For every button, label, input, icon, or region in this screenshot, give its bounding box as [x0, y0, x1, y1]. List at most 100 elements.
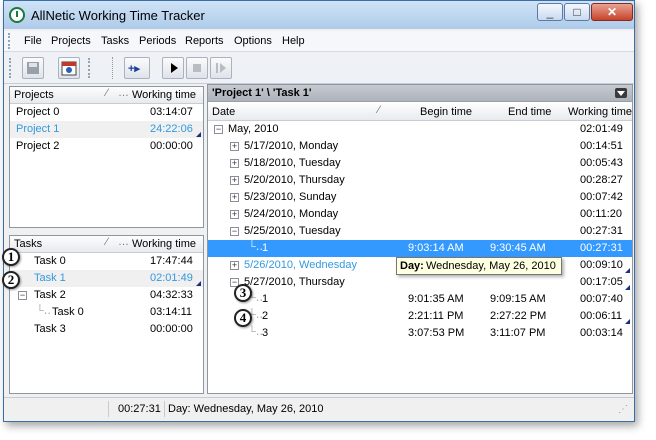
log-end-time: 2:27:22 PM	[490, 310, 547, 322]
collapse-icon[interactable]: −	[18, 291, 27, 300]
project-row[interactable]: Project 2 00:00:00	[10, 138, 203, 155]
task-row[interactable]: Task 3 00:00:00	[10, 321, 203, 338]
collapse-icon[interactable]: −	[230, 227, 239, 236]
task-row[interactable]: − Task 2 04:32:33	[10, 287, 203, 304]
status-divider	[108, 401, 109, 417]
column-menu-icon[interactable]: …	[118, 87, 129, 99]
log-working-time: 00:07:40	[580, 293, 623, 305]
projects-list[interactable]: Projects ⁄ … Working time Project 0 03:1…	[9, 86, 204, 228]
start-button[interactable]	[162, 57, 184, 79]
log-date: 5/20/2010, Thursday	[244, 174, 345, 186]
save-button[interactable]	[22, 57, 44, 79]
time-log-row[interactable]: └‥ 3 3:07:53 PM 3:11:07 PM 00:03:14	[208, 325, 632, 342]
working-time-column-header[interactable]: Working time	[132, 238, 196, 250]
expand-icon[interactable]: +	[230, 261, 239, 270]
menu-file[interactable]: File	[24, 35, 42, 47]
date-column-header[interactable]: Date	[212, 106, 235, 118]
log-end-time: 9:30:45 AM	[490, 242, 546, 254]
close-button[interactable]: ✕	[591, 3, 633, 21]
project-time: 03:14:07	[150, 106, 193, 118]
collapse-icon[interactable]: −	[214, 125, 223, 134]
time-log-row[interactable]: −5/25/2010, Tuesday 00:27:31	[208, 223, 632, 240]
time-log-row[interactable]: − May, 2010 02:01:49	[208, 121, 632, 138]
log-date: 5/17/2010, Monday	[244, 140, 339, 152]
project-row[interactable]: Project 0 03:14:07	[10, 104, 203, 121]
svg-text:+▸: +▸	[128, 63, 140, 75]
note-marker-icon	[625, 319, 630, 324]
log-date: 5/24/2010, Monday	[244, 208, 339, 220]
project-name: Project 1	[16, 123, 60, 135]
project-name: Project 0	[16, 106, 60, 118]
time-log-row[interactable]: +5/23/2010, Sunday 00:07:42	[208, 189, 632, 206]
project-row-selected[interactable]: Project 1 24:22:06	[10, 121, 203, 138]
resize-grip-icon[interactable]: ⋰	[618, 404, 628, 415]
end-time-column-header[interactable]: End time	[508, 106, 551, 118]
callout-1: 1	[2, 248, 20, 266]
tooltip-value: Wednesday, May 26, 2010	[426, 260, 556, 272]
task-time: 04:32:33	[150, 289, 193, 301]
time-log-row[interactable]: └‥ 1 9:01:35 AM 9:09:15 AM 00:07:40	[208, 291, 632, 308]
active-marker-icon	[196, 281, 201, 286]
time-log-row[interactable]: └‥ 2 2:21:11 PM 2:27:22 PM 00:06:11	[208, 308, 632, 325]
calendar-icon	[61, 61, 77, 76]
column-menu-icon[interactable]: …	[118, 236, 129, 248]
task-time: 03:14:11	[150, 306, 193, 318]
log-begin-time: 9:01:35 AM	[408, 293, 464, 305]
clock-icon	[9, 7, 25, 23]
time-log-header: Date ⁄ Begin time End time Working time	[208, 104, 632, 121]
maximize-button[interactable]: □	[564, 3, 590, 21]
time-log-row[interactable]: +5/20/2010, Thursday 00:28:27	[208, 172, 632, 189]
projects-column-header[interactable]: Projects	[14, 89, 54, 101]
menu-projects[interactable]: Projects	[51, 35, 91, 47]
toolbar-separator	[112, 57, 116, 79]
begin-time-column-header[interactable]: Begin time	[420, 106, 472, 118]
task-row-selected[interactable]: Task 1 02:01:49	[10, 270, 203, 287]
stop-button[interactable]	[186, 57, 208, 79]
time-log-row-selected[interactable]: └‥ 1 9:03:14 AM 9:30:45 AM 00:27:31	[208, 240, 632, 257]
calendar-button[interactable]	[58, 57, 80, 79]
toolbar: +▸	[4, 53, 634, 84]
toolbar-grip	[9, 58, 14, 78]
tasks-column-header[interactable]: Tasks	[14, 238, 42, 250]
working-time-column-header[interactable]: Working time	[568, 106, 632, 118]
time-log-tree[interactable]: − May, 2010 02:01:49 +5/17/2010, Monday 00:1…	[208, 121, 632, 391]
menu-help[interactable]: Help	[282, 35, 305, 47]
tree-line: └‥	[248, 241, 264, 253]
add-record-button[interactable]: +▸	[124, 57, 150, 79]
expand-icon[interactable]: +	[230, 176, 239, 185]
status-bar: 00:27:31 Day: Wednesday, May 26, 2010 ⋰	[4, 397, 634, 420]
task-time: 17:47:44	[150, 255, 193, 267]
task-row[interactable]: Task 0 17:47:44	[10, 253, 203, 270]
menu-options[interactable]: Options	[234, 35, 272, 47]
log-end-time: 9:09:15 AM	[490, 293, 546, 305]
minimize-button[interactable]: _	[537, 3, 563, 21]
task-time: 00:00:00	[150, 323, 193, 335]
log-working-time: 00:07:42	[580, 191, 623, 203]
log-working-time: 00:28:27	[580, 174, 623, 186]
log-date: 5/26/2010, Wednesday	[244, 259, 357, 271]
log-working-time: 02:01:49	[580, 123, 623, 135]
time-log-row[interactable]: +5/17/2010, Monday 00:14:51	[208, 138, 632, 155]
note-marker-icon	[625, 268, 630, 273]
callout-3: 3	[234, 284, 252, 302]
menu-periods[interactable]: Periods	[139, 35, 176, 47]
menu-reports[interactable]: Reports	[185, 35, 224, 47]
task-row[interactable]: └‥ Task 0 03:14:11	[10, 304, 203, 321]
time-log-row[interactable]: +5/18/2010, Tuesday 00:05:43	[208, 155, 632, 172]
log-date: 5/27/2010, Thursday	[244, 276, 345, 288]
time-log-panel: 'Project 1' \ 'Task 1' Date ⁄ Begin time…	[207, 84, 633, 394]
expand-icon[interactable]: +	[230, 210, 239, 219]
time-log-row[interactable]: −5/27/2010, Thursday 00:17:05	[208, 274, 632, 291]
expand-icon[interactable]: +	[230, 159, 239, 168]
menu-tasks[interactable]: Tasks	[101, 35, 129, 47]
log-date: May, 2010	[228, 123, 279, 135]
expand-icon[interactable]: +	[230, 142, 239, 151]
time-log-row[interactable]: +5/24/2010, Monday 00:11:20	[208, 206, 632, 223]
tasks-tree[interactable]: Tasks ⁄ … Working time Task 0 17:47:44 T…	[9, 235, 204, 394]
expand-icon[interactable]: +	[230, 193, 239, 202]
working-time-column-header[interactable]: Working time	[132, 89, 196, 101]
log-working-time: 00:11:20	[580, 208, 623, 220]
dropdown-arrow-icon[interactable]	[615, 88, 627, 98]
log-working-time: 00:14:51	[580, 140, 623, 152]
resume-button[interactable]	[210, 57, 232, 79]
